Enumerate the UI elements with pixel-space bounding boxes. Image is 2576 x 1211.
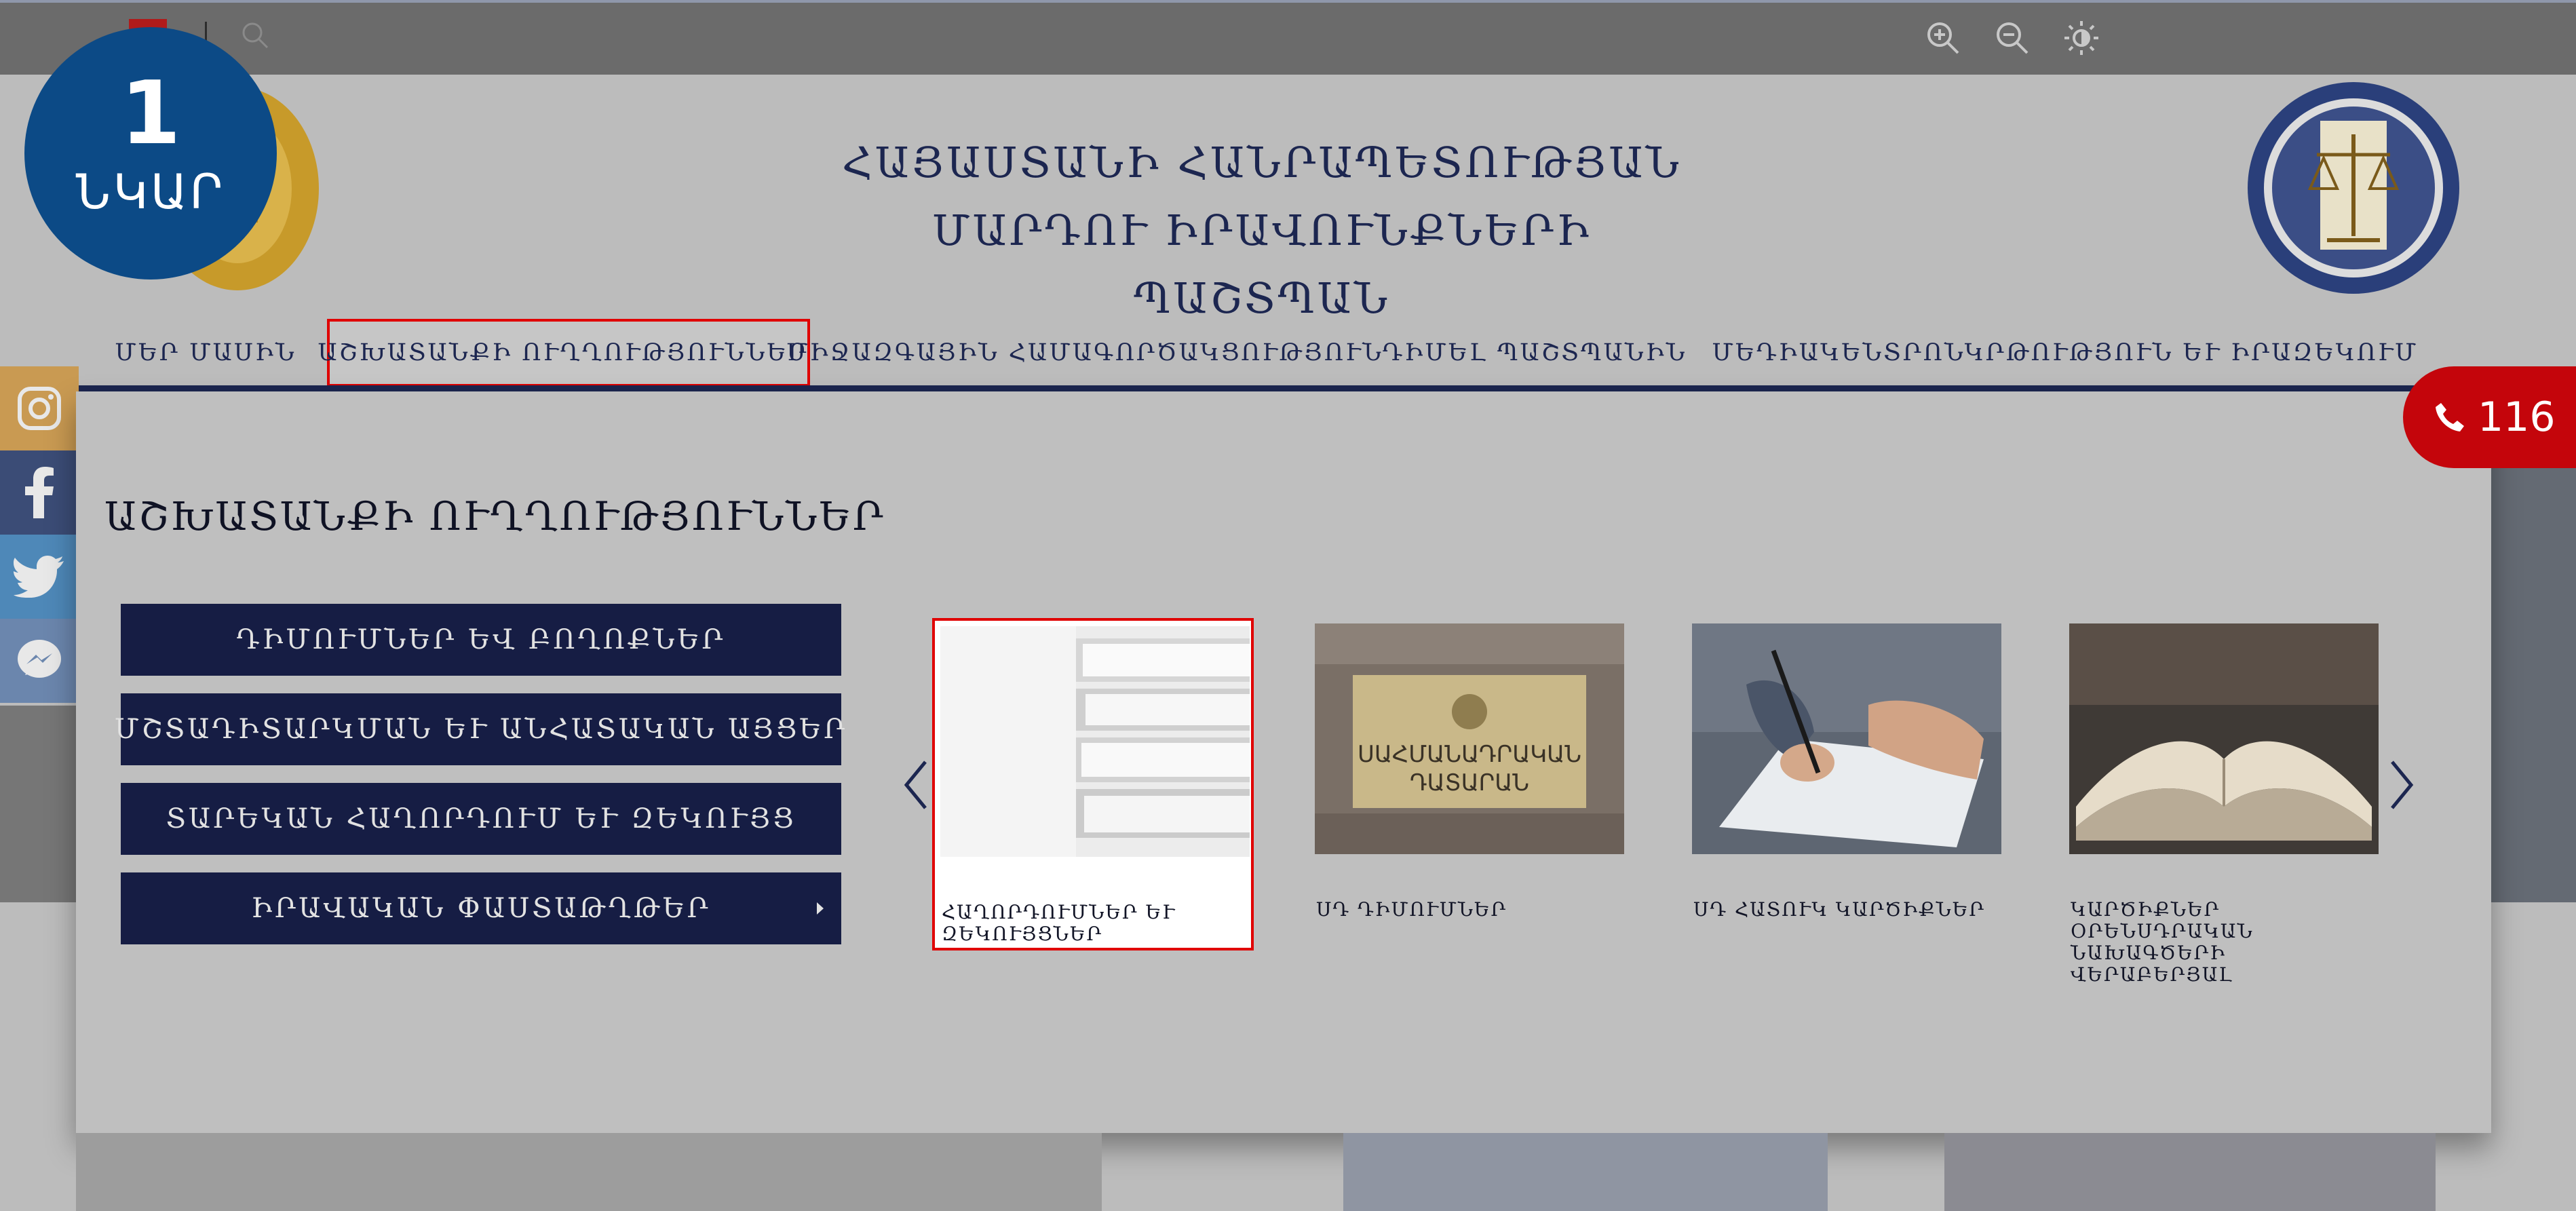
background-news-image bbox=[76, 1133, 1102, 1211]
hotline-number: 116 bbox=[2478, 393, 2556, 441]
chevron-right-icon bbox=[817, 902, 824, 915]
card-label: ՀԱՂՈՐԴՈՒՄՆԵՐ ԵՒ ԶԵԿՈՒՅՑՆԵՐ bbox=[942, 901, 1176, 945]
nav-item-label: ԴԻՄԵԼ ՊԱՇՏՊԱՆԻՆ bbox=[1382, 339, 1687, 366]
card-label: ՍԴ ՀԱՏՈՒԿ ԿԱՐԾԻՔՆԵՐ bbox=[1693, 898, 1986, 921]
nav-item-education[interactable]: ԿՐԹՈՒԹՅՈՒՆ ԵՒ ԻՐԱԶԵԿՈՒՄ bbox=[1965, 319, 2417, 387]
nav-item-label: ՄԵԴԻԱԿԵՆՏՐՈՆ bbox=[1712, 339, 1965, 366]
carousel-prev-icon[interactable] bbox=[902, 758, 929, 812]
submenu-button-label: ԴԻՄՈՒՄՆԵՐ ԵՎ ԲՈՂՈՔՆԵՐ bbox=[236, 624, 726, 655]
nav-item-label: ՄԻՋԱԶԳԱՅԻՆ ՀԱՄԱԳՈՐԾԱԿՑՈՒԹՅՈՒՆ bbox=[786, 339, 1383, 366]
submenu-button-applications[interactable]: ԴԻՄՈՒՄՆԵՐ ԵՎ ԲՈՂՈՔՆԵՐ bbox=[121, 604, 841, 676]
background-news-image bbox=[1343, 1133, 1828, 1211]
card-image-writing-hand bbox=[1692, 623, 2001, 854]
badge-number: 1 bbox=[120, 63, 181, 164]
hotline-button[interactable]: 116 bbox=[2403, 366, 2576, 468]
sign-text-line2: ԴԱՏԱՐԱՆ bbox=[1409, 769, 1530, 796]
mega-menu-dropdown: ԱՇԽԱՏԱՆՔԻ ՈՒՂՂՈՒԹՅՈՒՆՆԵՐ ԴԻՄՈՒՄՆԵՐ ԵՎ ԲՈ… bbox=[76, 391, 2491, 1133]
facebook-icon[interactable] bbox=[0, 450, 79, 535]
submenu-button-annual-report[interactable]: ՏԱՐԵԿԱՆ ՀԱՂՈՐԴՈՒՄ ԵՒ ԶԵԿՈՒՅՑ bbox=[121, 783, 841, 855]
nav-item-label: ԱՇԽԱՏԱՆՔԻ ՈՒՂՂՈՒԹՅՈՒՆՆԵՐ bbox=[318, 339, 809, 366]
submenu-button-label: ՏԱՐԵԿԱՆ ՀԱՂՈՐԴՈՒՄ ԵՒ ԶԵԿՈՒՅՑ bbox=[166, 803, 796, 834]
background-image-strip bbox=[2491, 468, 2576, 902]
submenu-button-label: ԻՐԱՎԱԿԱՆ ՓԱՍՏԱԹՂԹԵՐ bbox=[251, 893, 711, 924]
card-image-folders bbox=[940, 626, 1250, 857]
main-nav: ՄԵՐ ՄԱՍԻՆ ԱՇԽԱՏԱՆՔԻ ՈՒՂՂՈՒԹՅՈՒՆՆԵՐ ՄԻՋԱԶ… bbox=[0, 299, 2576, 387]
sign-text-line1: ՍԱՀՄԱՆԱԴՐԱԿԱՆ bbox=[1357, 741, 1582, 768]
nav-item-media-center[interactable]: ՄԵԴԻԱԿԵՆՏՐՈՆ bbox=[1712, 319, 1967, 387]
nav-item-apply-defender[interactable]: ԴԻՄԵԼ ՊԱՇՏՊԱՆԻՆ bbox=[1383, 319, 1687, 387]
messenger-icon[interactable] bbox=[0, 619, 79, 703]
social-sidebar bbox=[0, 366, 79, 703]
nav-item-international-cooperation[interactable]: ՄԻՋԱԶԳԱՅԻՆ ՀԱՄԱԳՈՐԾԱԿՑՈՒԹՅՈՒՆ bbox=[786, 319, 1381, 387]
carousel-next-icon[interactable] bbox=[2388, 758, 2415, 812]
ombudsman-seal-logo[interactable] bbox=[2246, 80, 2461, 299]
site-title-line1: ՀԱՅԱՍՏԱՆԻ ՀԱՆՐԱՊԵՏՈՒԹՅԱՆ bbox=[842, 138, 1682, 187]
zoom-in-icon[interactable] bbox=[1924, 19, 1962, 60]
site-header: ՀԱՅԱՍՏԱՆԻ ՀԱՆՐԱՊԵՏՈՒԹՅԱՆ ՄԱՐԴՈՒ ԻՐԱՎՈՒՆՔ… bbox=[0, 75, 2576, 323]
submenu-button-legal-documents[interactable]: ԻՐԱՎԱԿԱՆ ՓԱՍՏԱԹՂԹԵՐ bbox=[121, 872, 841, 944]
submenu-button-monitoring[interactable]: ՄՇՏԱԴԻՏԱՐԿՄԱՆ ԵՒ ԱՆՀԱՏԱԿԱՆ ԱՅՑԵՐ bbox=[115, 693, 845, 765]
card-label: ՍԴ ԴԻՄՈՒՄՆԵՐ bbox=[1316, 898, 1507, 921]
nav-underline bbox=[76, 385, 2491, 391]
carousel-card-reports[interactable]: ՀԱՂՈՐԴՈՒՄՆԵՐ ԵՒ ԶԵԿՈՒՅՑՆԵՐ bbox=[932, 618, 1254, 950]
badge-word: ՆԿԱՐ bbox=[75, 164, 226, 220]
contrast-icon[interactable] bbox=[2062, 19, 2100, 60]
background-news-image bbox=[1944, 1133, 2436, 1211]
nav-item-work-directions[interactable]: ԱՇԽԱՏԱՆՔԻ ՈՒՂՂՈՒԹՅՈՒՆՆԵՐ bbox=[318, 319, 810, 387]
top-utility-bar bbox=[0, 0, 2576, 75]
step-badge: 1 ՆԿԱՐ bbox=[24, 27, 277, 280]
twitter-icon[interactable] bbox=[0, 535, 79, 619]
submenu-button-label: ՄՇՏԱԴԻՏԱՐԿՄԱՆ ԵՒ ԱՆՀԱՏԱԿԱՆ ԱՅՑԵՐ bbox=[114, 714, 848, 745]
dropdown-title: ԱՇԽԱՏԱՆՔԻ ՈՒՂՂՈՒԹՅՈՒՆՆԵՐ bbox=[104, 493, 885, 539]
nav-item-label: ԿՐԹՈՒԹՅՈՒՆ ԵՒ ԻՐԱԶԵԿՈՒՄ bbox=[1964, 339, 2419, 366]
phone-icon bbox=[2436, 403, 2464, 431]
card-label: ԿԱՐԾԻՔՆԵՐ ՕՐԵՆՍԴՐԱԿԱՆ ՆԱԽԱԳԾԵՐԻ ՎԵՐԱԲԵՐՅ… bbox=[2071, 898, 2254, 986]
carousel-card-cc-opinions[interactable]: ՍԴ ՀԱՏՈՒԿ ԿԱՐԾԻՔՆԵՐ bbox=[1687, 618, 2008, 950]
nav-item-label: ՄԵՐ ՄԱՍԻՆ bbox=[115, 339, 296, 366]
nav-item-about[interactable]: ՄԵՐ ՄԱՍԻՆ bbox=[115, 319, 303, 387]
instagram-icon[interactable] bbox=[0, 366, 79, 450]
background-image-strip bbox=[0, 706, 79, 902]
carousel-card-cc-applications[interactable]: ՍԱՀՄԱՆԱԴՐԱԿԱՆ ԴԱՏԱՐԱՆ ՍԴ ԴԻՄՈՒՄՆԵՐ bbox=[1309, 618, 1631, 950]
zoom-out-icon[interactable] bbox=[1993, 19, 2031, 60]
card-image-court-sign: ՍԱՀՄԱՆԱԴՐԱԿԱՆ ԴԱՏԱՐԱՆ bbox=[1315, 623, 1624, 854]
card-image-open-book bbox=[2069, 623, 2379, 854]
carousel-card-draft-law-opinions[interactable]: ԿԱՐԾԻՔՆԵՐ ՕՐԵՆՍԴՐԱԿԱՆ ՆԱԽԱԳԾԵՐԻ ՎԵՐԱԲԵՐՅ… bbox=[2064, 618, 2385, 986]
search-icon[interactable] bbox=[239, 19, 273, 56]
